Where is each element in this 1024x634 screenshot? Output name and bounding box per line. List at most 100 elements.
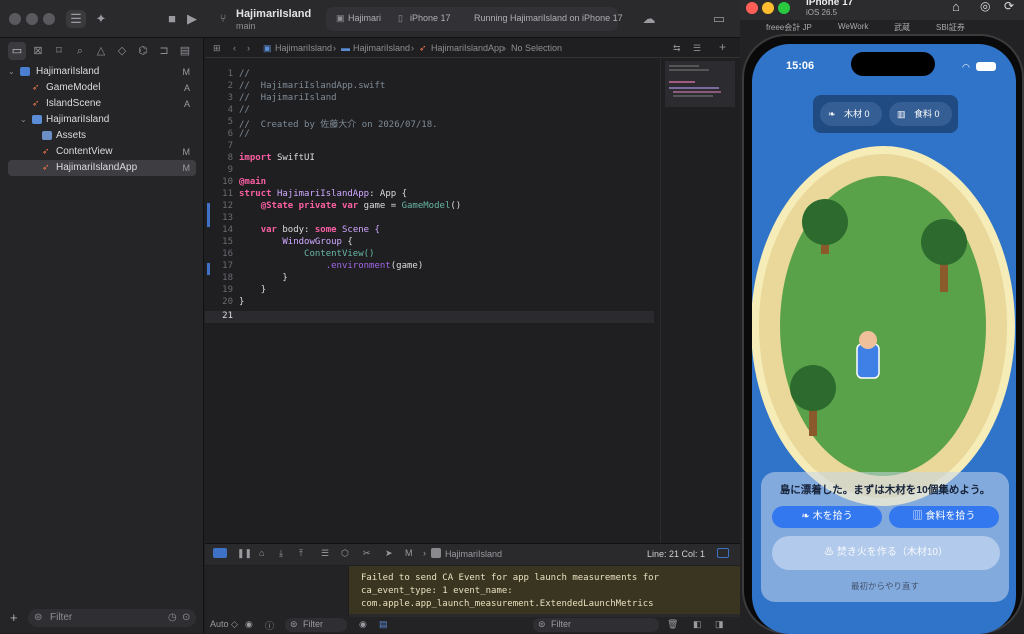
info-icon[interactable]: ⓘ <box>265 619 274 632</box>
auto-variables-select[interactable]: Auto ◇ <box>210 619 238 630</box>
gather-wood-button[interactable]: ❧ 木を拾う <box>772 506 882 528</box>
tree-item-gamemodel[interactable]: ➶ GameModel A <box>8 80 196 96</box>
run-icon[interactable]: ▶ <box>183 10 201 28</box>
console-output[interactable]: Failed to send CA Event for app launch m… <box>349 566 740 614</box>
bookmark-item[interactable]: 武蔵 <box>894 22 910 33</box>
report-icon[interactable]: ▤ <box>176 42 194 60</box>
tree-item-project[interactable]: ⌄ HajimariIsland M <box>8 64 196 80</box>
options-icon[interactable]: ⊙ <box>182 612 190 623</box>
minimap[interactable] <box>660 59 738 543</box>
branch-icon: ⑂ <box>219 13 227 25</box>
sparkle-icon[interactable]: ✦ <box>92 10 110 28</box>
grid-icon[interactable]: ⊞ <box>213 43 221 54</box>
bookmark-icon[interactable]: ⌑ <box>50 42 68 60</box>
sidebar-toggle-icon[interactable]: ☰ <box>66 10 86 28</box>
memory-graph-icon[interactable]: ⬡ <box>341 548 349 559</box>
console-filter-field[interactable]: ⊜ Filter <box>533 618 659 632</box>
add-icon[interactable]: + <box>10 610 18 625</box>
folder-icon[interactable]: ▭ <box>8 42 26 60</box>
step-into-icon[interactable]: ⤓ <box>279 548 283 559</box>
type-token: GameModel <box>401 201 451 211</box>
trash-icon[interactable]: 🗑 <box>667 619 678 630</box>
step-over-icon[interactable]: ⌂ <box>259 548 264 558</box>
game-screen[interactable]: 15:06 ◠ ❧ 木材 0 ▥ 食料 0 島に漂着した。まずは木材を10個集め… <box>752 44 1016 634</box>
environment-override-icon[interactable]: ✂ <box>363 548 371 559</box>
bookmark-item[interactable]: SBI証券 <box>936 22 965 33</box>
breadcrumb-symbol[interactable]: No Selection <box>511 43 562 53</box>
console-layout-icon[interactable] <box>717 548 729 558</box>
metal-icon[interactable]: M <box>405 548 413 558</box>
step-out-icon[interactable]: ⤒ <box>299 548 303 559</box>
type-token: WindowGroup <box>282 237 342 247</box>
breadcrumb-file[interactable]: HajimariIslandApp <box>431 43 504 53</box>
disclosure-down-icon[interactable]: ⌄ <box>8 64 15 80</box>
cloud-icon[interactable]: ☁ <box>640 10 658 28</box>
zoom-window-button[interactable] <box>778 2 790 14</box>
debug-target-name[interactable]: HajimariIsland <box>445 549 502 559</box>
bookmark-item[interactable]: WeWork <box>838 22 868 31</box>
breadcrumb-project[interactable]: HajimariIsland <box>275 43 332 53</box>
variables-filter-field[interactable]: ⊜ Filter <box>285 618 347 632</box>
close-window-button[interactable] <box>746 2 758 14</box>
tree-item-group[interactable]: ⌄ HajimariIsland <box>8 112 196 128</box>
line-number: 9 <box>227 165 233 175</box>
bookmark-item[interactable]: freee会計 JP <box>766 22 812 33</box>
type-token: Scene { <box>342 225 380 235</box>
folder-icon <box>32 115 42 124</box>
breadcrumb-group[interactable]: HajimariIsland <box>353 43 410 53</box>
clock-icon[interactable]: ◷ <box>168 612 177 623</box>
device-name[interactable]: iPhone 17 <box>410 13 451 23</box>
make-fire-button-disabled[interactable]: ♨ 焚き火を作る（木材10） <box>772 536 1000 570</box>
scheme-name[interactable]: Hajimari <box>348 13 381 23</box>
warning-icon[interactable]: △ <box>92 42 110 60</box>
eye-icon[interactable]: ◉ <box>359 619 367 630</box>
editor-options-icon[interactable]: ☰ <box>693 43 701 54</box>
keyword-token: struct <box>239 189 272 199</box>
split-left-icon[interactable]: ◧ <box>693 619 702 630</box>
location-icon[interactable]: ➤ <box>385 548 393 559</box>
code-line-environment: .environment(game) <box>239 261 424 271</box>
find-icon[interactable]: ⌕ <box>71 42 89 60</box>
hide-debug-area-icon[interactable] <box>213 548 227 558</box>
screenshot-icon[interactable]: ◎ <box>980 0 990 13</box>
forward-icon[interactable]: › <box>247 43 250 53</box>
code-line-main: @main <box>239 177 266 187</box>
eye-icon[interactable]: ◉ <box>245 619 253 630</box>
debug-icon[interactable]: ⌬ <box>134 42 152 60</box>
view-hierarchy-icon[interactable]: ☰ <box>321 548 329 559</box>
tree-item-hajimariislandapp-selected[interactable]: ➶ HajimariIslandApp M <box>8 160 196 176</box>
home-icon[interactable]: ⌂ <box>952 0 960 14</box>
disclosure-down-icon[interactable]: ⌄ <box>20 112 27 128</box>
minimap-viewport[interactable] <box>665 61 735 107</box>
inspector-toggle-icon[interactable]: ▭ <box>710 10 728 28</box>
simulator-title-bar: iPhone 17 iOS 26.5 ⌂ ◎ ⟳ <box>740 0 1024 20</box>
source-control-icon[interactable]: ⊠ <box>29 42 47 60</box>
gather-food-button[interactable]: ▥ 食料を拾う <box>889 506 999 528</box>
test-icon[interactable]: ◇ <box>113 42 131 60</box>
close-window-button[interactable] <box>9 13 21 25</box>
rotate-icon[interactable]: ⟳ <box>1004 0 1014 13</box>
git-status-badge: M <box>182 147 191 157</box>
code-token: } <box>239 297 245 307</box>
back-icon[interactable]: ‹ <box>233 43 236 53</box>
related-items-icon[interactable]: ⇆ <box>673 43 681 54</box>
restart-link[interactable]: 最初からやり直す <box>761 580 1009 592</box>
tree-item-contentview[interactable]: ➶ ContentView M <box>8 144 196 160</box>
stop-icon[interactable]: ■ <box>163 10 181 28</box>
line-number: 15 <box>222 237 233 247</box>
console-icon[interactable]: ▤ <box>379 619 388 630</box>
zoom-window-button[interactable] <box>43 13 55 25</box>
tree-item-islandscene[interactable]: ➶ IslandScene A <box>8 96 196 112</box>
add-editor-icon[interactable]: + <box>719 40 726 54</box>
code-editor[interactable]: 1 2 3 4 5 6 7 8 9 10 11 12 13 14 15 16 1… <box>205 59 660 543</box>
navigator-filter-bar: + ⊜ Filter ◷ ⊙ <box>6 608 198 628</box>
navigator-filter-field[interactable]: ⊜ Filter ◷ ⊙ <box>28 609 196 627</box>
minimize-window-button[interactable] <box>762 2 774 14</box>
tree-item-assets[interactable]: Assets <box>8 128 196 144</box>
pause-icon[interactable]: ❚❚ <box>237 548 252 559</box>
minimize-window-button[interactable] <box>26 13 38 25</box>
wood-count: 木材 0 <box>844 109 870 119</box>
breakpoint-icon[interactable]: ⊐ <box>155 42 173 60</box>
split-right-icon[interactable]: ◨ <box>715 619 724 630</box>
scheme-activity-bar[interactable]: ▣ Hajimari ▯ iPhone 17 Running HajimariI… <box>326 7 623 31</box>
